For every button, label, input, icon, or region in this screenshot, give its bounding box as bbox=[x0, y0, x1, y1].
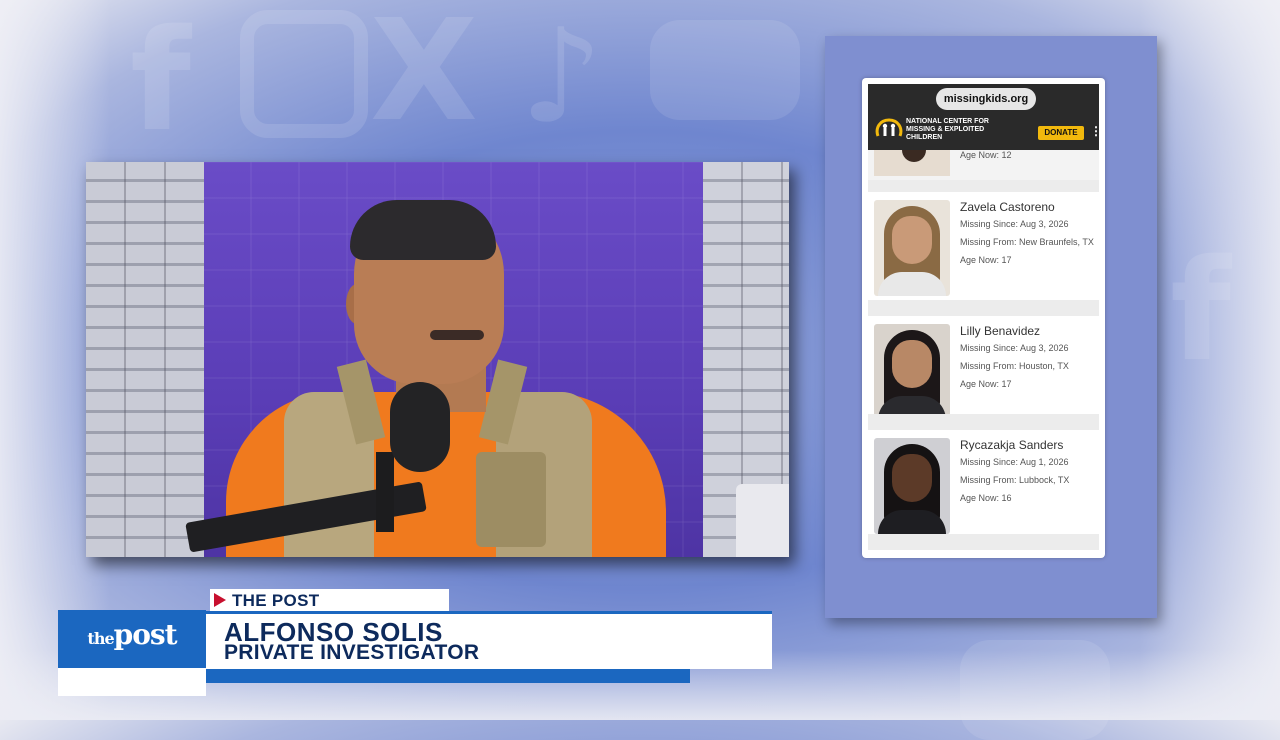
url-bar[interactable]: missingkids.org bbox=[936, 88, 1036, 110]
interview-video bbox=[86, 162, 789, 557]
age-now: Age Now: 12 bbox=[960, 150, 1012, 160]
studio-chair bbox=[736, 484, 789, 557]
org-name: NATIONAL CENTER FOR MISSING & EXPLOITED … bbox=[906, 118, 989, 141]
missing-from: Missing From: New Braunfels, TX bbox=[960, 237, 1094, 247]
list-item[interactable]: Zavela Castoreno Missing Since: Aug 3, 2… bbox=[868, 192, 1099, 296]
interview-guest bbox=[185, 200, 686, 557]
missing-since: Missing Since: Aug 3, 2026 bbox=[960, 219, 1069, 229]
child-name: Rycazakja Sanders bbox=[960, 438, 1064, 452]
age-now: Age Now: 17 bbox=[960, 255, 1012, 265]
background-vignette bbox=[1140, 0, 1280, 720]
instagram-icon bbox=[240, 10, 368, 138]
age-now: Age Now: 16 bbox=[960, 493, 1012, 503]
divider bbox=[868, 534, 1099, 550]
show-tag-label: THE POST bbox=[232, 591, 320, 610]
missing-since: Missing Since: Aug 1, 2026 bbox=[960, 457, 1069, 467]
child-photo bbox=[874, 324, 950, 420]
facebook-icon: f bbox=[130, 0, 191, 163]
brand-logo: thepost bbox=[87, 618, 177, 651]
divider bbox=[868, 300, 1099, 316]
donate-button[interactable]: DONATE bbox=[1038, 126, 1084, 140]
age-now: Age Now: 17 bbox=[960, 379, 1012, 389]
x-icon: X bbox=[370, 0, 478, 153]
accent-bar bbox=[206, 669, 690, 683]
child-photo bbox=[874, 200, 950, 296]
child-name: Zavela Castoreno bbox=[960, 200, 1055, 214]
child-name: Lilly Benavidez bbox=[960, 324, 1041, 338]
list-item[interactable]: Rycazakja Sanders Missing Since: Aug 1, … bbox=[868, 430, 1099, 534]
browser-header: missingkids.org NATIONAL CENTER FOR MISS… bbox=[868, 84, 1102, 150]
guest-title: PRIVATE INVESTIGATOR bbox=[224, 641, 480, 664]
play-icon bbox=[214, 593, 226, 607]
ncmec-logo-icon bbox=[875, 118, 903, 137]
tiktok-icon: ♪ bbox=[520, 0, 603, 152]
brick-wall-left bbox=[86, 162, 204, 557]
microphone-icon bbox=[390, 382, 450, 472]
list-item[interactable]: Lilly Benavidez Missing Since: Aug 3, 20… bbox=[868, 316, 1099, 420]
menu-icon[interactable]: ⋮ bbox=[1090, 124, 1102, 138]
divider bbox=[868, 414, 1099, 430]
child-photo bbox=[874, 438, 950, 534]
child-photo bbox=[874, 150, 950, 176]
list-item[interactable]: Age Now: 12 bbox=[868, 150, 1099, 180]
phone-screen: missingkids.org NATIONAL CENTER FOR MISS… bbox=[862, 78, 1105, 558]
missing-from: Missing From: Houston, TX bbox=[960, 361, 1069, 371]
missing-from: Missing From: Lubbock, TX bbox=[960, 475, 1070, 485]
missing-since: Missing Since: Aug 3, 2026 bbox=[960, 343, 1069, 353]
youtube-icon bbox=[650, 20, 800, 120]
